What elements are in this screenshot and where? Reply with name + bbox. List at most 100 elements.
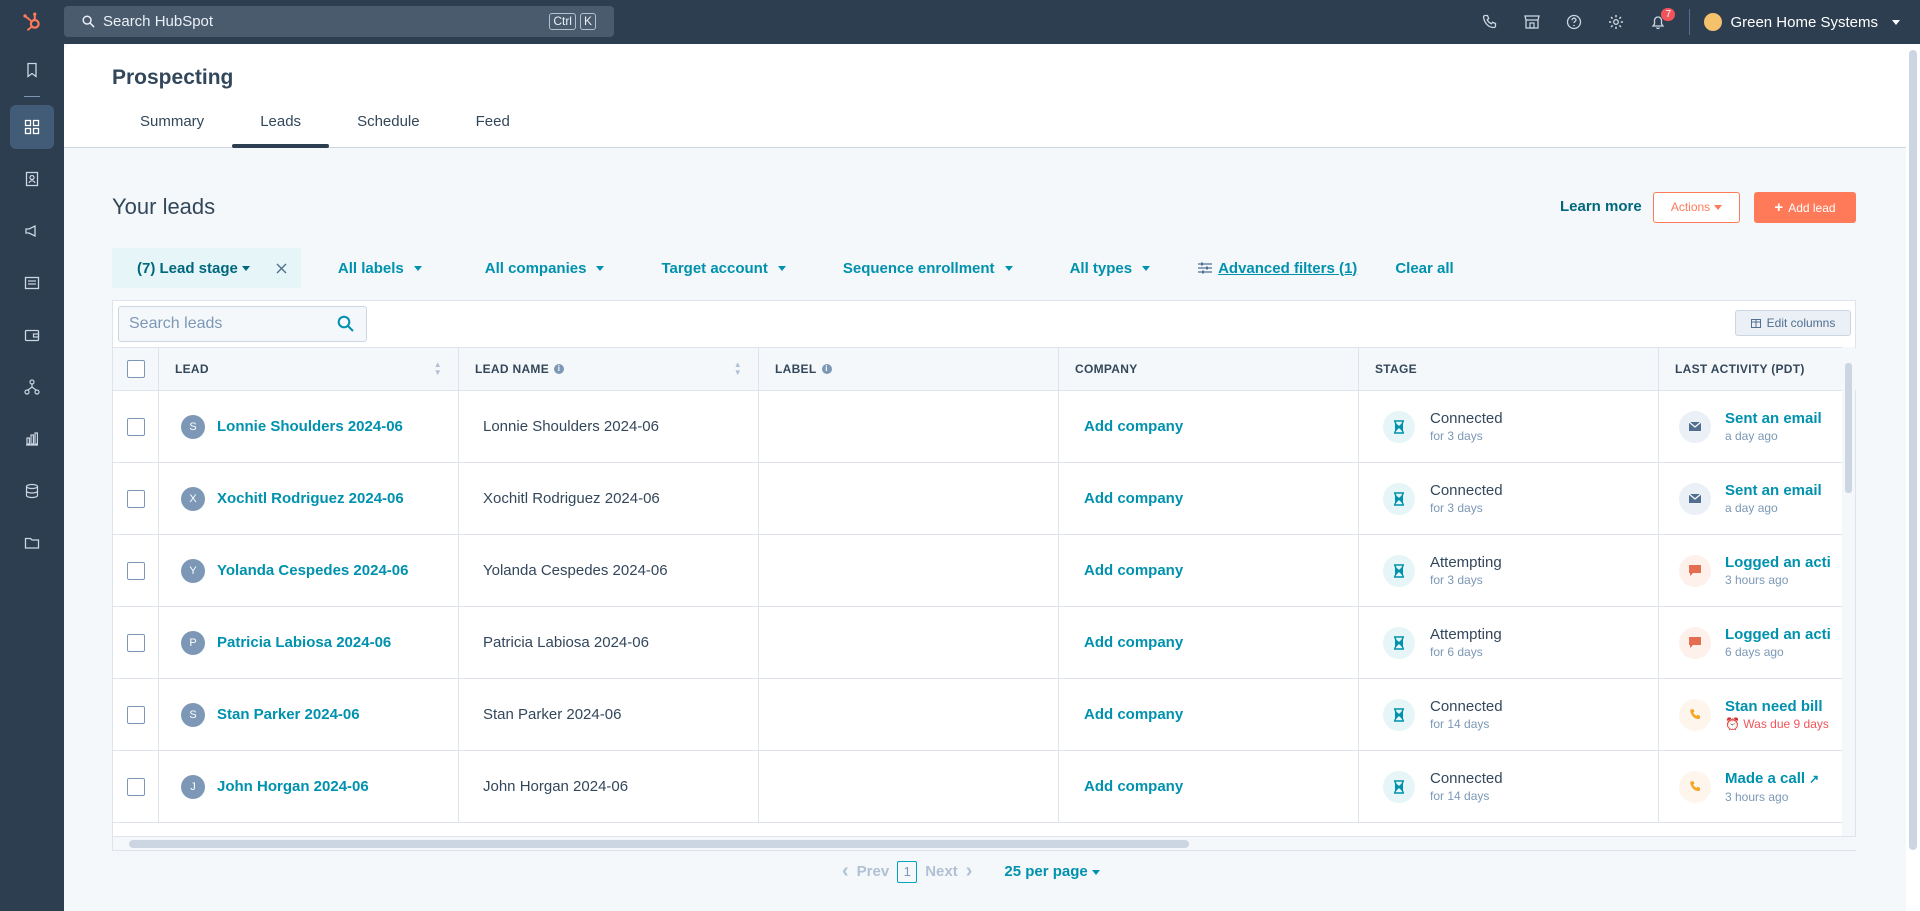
column-header-lead-name[interactable]: LEAD NAME i ▲ ▼: [459, 348, 759, 390]
sidebar-item-workspaces[interactable]: [0, 101, 64, 153]
activity-link[interactable]: Sent an email: [1725, 481, 1822, 500]
last-activity-cell: Stan need bill ⏰ Was due 9 days: [1659, 679, 1856, 750]
tab-schedule[interactable]: Schedule: [329, 102, 448, 148]
hubspot-logo-icon[interactable]: [0, 0, 64, 44]
notifications-bell-icon[interactable]: 7: [1637, 0, 1679, 44]
row-checkbox[interactable]: [126, 777, 145, 796]
content-icon[interactable]: [0, 257, 64, 309]
reporting-chart-icon[interactable]: [0, 413, 64, 465]
library-folder-icon[interactable]: [0, 517, 64, 569]
add-lead-label: Add lead: [1788, 201, 1836, 215]
add-company-link[interactable]: Add company: [1059, 418, 1183, 435]
tab-leads[interactable]: Leads: [232, 102, 329, 148]
automation-icon[interactable]: [0, 361, 64, 413]
marketplace-icon[interactable]: [1511, 0, 1553, 44]
remove-filter-close-icon[interactable]: [276, 263, 287, 274]
activity-link[interactable]: Logged an acti: [1725, 625, 1831, 644]
lead-avatar: Y: [181, 558, 205, 583]
stage-name: Connected: [1430, 410, 1503, 427]
column-header-stage[interactable]: STAGE: [1359, 348, 1659, 390]
add-lead-button[interactable]: + Add lead: [1754, 192, 1856, 223]
activity-link[interactable]: Logged an acti: [1725, 553, 1831, 572]
clear-all-filters-button[interactable]: Clear all: [1395, 260, 1453, 277]
commerce-wallet-icon[interactable]: [0, 309, 64, 361]
sort-icon[interactable]: ▲ ▼: [734, 361, 742, 377]
data-database-icon[interactable]: [0, 465, 64, 517]
add-company-link[interactable]: Add company: [1059, 562, 1183, 579]
account-menu[interactable]: Green Home Systems: [1704, 13, 1900, 31]
lead-link[interactable]: Stan Parker 2024-06: [217, 706, 360, 723]
label-cell[interactable]: [759, 751, 1059, 822]
lead-link[interactable]: John Horgan 2024-06: [217, 778, 369, 795]
learn-more-link[interactable]: Learn more: [1560, 198, 1642, 215]
next-page-button[interactable]: Next: [925, 863, 958, 880]
activity-link[interactable]: Sent an email: [1725, 409, 1822, 428]
per-page-dropdown[interactable]: 25 per page: [1004, 863, 1100, 880]
lead-link[interactable]: Yolanda Cespedes 2024-06: [217, 562, 408, 579]
last-activity-cell: Logged an acti 3 hours ago: [1659, 535, 1856, 606]
row-checkbox[interactable]: [126, 489, 145, 508]
lead-name-text: Xochitl Rodriguez 2024-06: [483, 490, 660, 507]
row-checkbox[interactable]: [126, 705, 145, 724]
label-cell[interactable]: [759, 391, 1059, 462]
help-icon[interactable]: [1553, 0, 1595, 44]
lead-link[interactable]: Xochitl Rodriguez 2024-06: [217, 490, 404, 507]
table-vertical-scrollbar[interactable]: [1842, 347, 1855, 839]
lead-link[interactable]: Lonnie Shoulders 2024-06: [217, 418, 403, 435]
add-company-link[interactable]: Add company: [1059, 634, 1183, 651]
column-header-label[interactable]: LABEL i: [759, 348, 1059, 390]
calling-icon[interactable]: [1469, 0, 1511, 44]
actions-dropdown-button[interactable]: Actions: [1653, 192, 1740, 223]
scrollbar-thumb[interactable]: [1845, 363, 1852, 493]
add-company-link[interactable]: Add company: [1059, 490, 1183, 507]
select-all-checkbox[interactable]: [126, 360, 145, 378]
activity-link[interactable]: Stan need bill: [1725, 697, 1829, 716]
stage-cell: Connected for 14 days: [1359, 679, 1659, 750]
add-company-link[interactable]: Add company: [1059, 706, 1183, 723]
row-checkbox[interactable]: [126, 633, 145, 652]
marketing-megaphone-icon[interactable]: [0, 205, 64, 257]
activity-link[interactable]: Made a call ↗: [1725, 769, 1819, 789]
label-cell[interactable]: [759, 679, 1059, 750]
external-link-icon: ↗: [1809, 771, 1820, 786]
tab-summary[interactable]: Summary: [112, 102, 232, 148]
scrollbar-thumb[interactable]: [129, 840, 1189, 848]
labels-filter[interactable]: All labels: [338, 260, 422, 277]
page-vertical-scrollbar[interactable]: [1906, 44, 1920, 911]
sort-icon[interactable]: ▲ ▼: [434, 361, 442, 377]
row-checkbox[interactable]: [126, 561, 145, 580]
top-utility-icons: 7 Green Home Systems: [1469, 0, 1900, 44]
column-header-last-activity[interactable]: LAST ACTIVITY (PDT): [1659, 348, 1856, 390]
advanced-filters-button[interactable]: Advanced filters (1): [1198, 260, 1357, 277]
table-horizontal-scrollbar[interactable]: [113, 836, 1856, 850]
scrollbar-thumb[interactable]: [1909, 50, 1917, 850]
add-company-link[interactable]: Add company: [1059, 778, 1183, 795]
lead-link[interactable]: Patricia Labiosa 2024-06: [217, 634, 391, 651]
companies-filter[interactable]: All companies: [485, 260, 605, 277]
column-header-lead[interactable]: LEAD ▲ ▼: [159, 348, 459, 390]
bookmarks-icon[interactable]: [0, 44, 64, 96]
current-page-number[interactable]: 1: [897, 860, 918, 883]
chevron-down-icon: [1091, 869, 1100, 875]
labels-filter-text: All labels: [337, 259, 404, 277]
contacts-icon[interactable]: [0, 153, 64, 205]
prev-page-button[interactable]: Prev: [857, 863, 890, 880]
select-all-cell: [113, 348, 159, 390]
label-cell[interactable]: [759, 463, 1059, 534]
settings-gear-icon[interactable]: [1595, 0, 1637, 44]
types-filter[interactable]: All types: [1070, 260, 1151, 277]
edit-columns-button[interactable]: Edit columns: [1735, 310, 1851, 336]
global-search-input[interactable]: Search HubSpot Ctrl K: [64, 6, 614, 37]
tab-feed[interactable]: Feed: [448, 102, 538, 148]
label-cell[interactable]: [759, 607, 1059, 678]
row-checkbox[interactable]: [126, 417, 145, 436]
lead-cell: J John Horgan 2024-06: [159, 751, 459, 822]
search-leads-input[interactable]: Search leads: [118, 306, 367, 342]
target-account-filter[interactable]: Target account: [661, 260, 786, 277]
column-header-company[interactable]: COMPANY: [1059, 348, 1359, 390]
label-cell[interactable]: [759, 535, 1059, 606]
sequence-enrollment-filter[interactable]: Sequence enrollment: [843, 260, 1013, 277]
lead-stage-filter-chip[interactable]: (7) Lead stage: [112, 248, 301, 288]
search-icon[interactable]: [337, 315, 354, 332]
lead-name-cell: Patricia Labiosa 2024-06: [459, 607, 759, 678]
